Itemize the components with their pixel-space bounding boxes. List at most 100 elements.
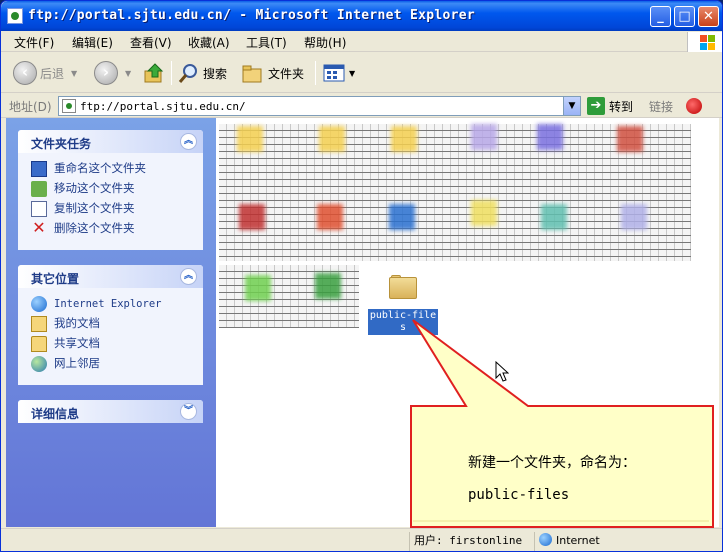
toolbar-extension-icon[interactable] — [686, 98, 702, 114]
maximize-button[interactable]: □ — [674, 6, 695, 27]
place-my-documents[interactable]: 我的文档 — [18, 314, 203, 334]
back-arrow-icon: ‹ — [13, 61, 37, 85]
folder-icon — [389, 275, 417, 299]
address-value[interactable]: ftp://portal.sjtu.edu.cn/ — [80, 100, 246, 113]
menu-favorites[interactable]: 收藏(A) — [188, 34, 230, 51]
obscured-icon — [389, 204, 415, 230]
place-label: 网上邻居 — [54, 356, 100, 370]
copy-icon — [31, 201, 47, 217]
forward-arrow-icon: › — [94, 61, 118, 85]
up-folder-button[interactable] — [143, 59, 165, 87]
task-label: 重命名这个文件夹 — [54, 161, 146, 175]
details-panel: 详细信息 ︾ — [18, 400, 203, 423]
callout-text: 新建一个文件夹，命名为： public-files — [468, 447, 708, 511]
expand-chevron-icon[interactable]: ︾ — [180, 403, 197, 420]
address-label: 地址(D) — [9, 100, 52, 114]
folder-tasks-title: 文件夹任务 — [31, 137, 92, 151]
forward-button[interactable]: › ▼ — [94, 59, 131, 87]
status-zone: Internet — [534, 532, 722, 551]
obscured-icon — [391, 126, 417, 152]
collapse-chevron-icon[interactable]: ︽ — [180, 268, 197, 285]
collapse-chevron-icon[interactable]: ︽ — [180, 133, 197, 150]
task-label: 复制这个文件夹 — [54, 201, 135, 215]
menu-view[interactable]: 查看(V) — [130, 34, 172, 51]
folders-button[interactable]: 文件夹 — [241, 59, 304, 87]
go-label: 转到 — [609, 99, 634, 114]
back-button[interactable]: ‹ 后退 ▼ — [13, 59, 77, 87]
back-label: 后退 — [40, 66, 65, 81]
task-copy-folder[interactable]: 复制这个文件夹 — [18, 199, 203, 219]
obscured-icon — [319, 126, 345, 152]
move-icon — [31, 181, 47, 197]
views-icon — [323, 64, 345, 82]
search-label: 搜索 — [203, 66, 228, 81]
toolbar-separator — [315, 61, 316, 85]
place-label: Internet Explorer — [54, 298, 162, 310]
task-rename-folder[interactable]: 重命名这个文件夹 — [18, 159, 203, 179]
address-input[interactable]: ftp://portal.sjtu.edu.cn/ ▼ — [58, 96, 581, 116]
obscured-icon — [471, 124, 497, 150]
menu-bar: 文件(F) 编辑(E) 查看(V) 收藏(A) 工具(T) 帮助(H) — [1, 31, 722, 52]
ie-page-icon — [7, 8, 23, 24]
search-icon — [178, 64, 197, 83]
folder-name[interactable]: public-files — [367, 308, 439, 336]
obscured-icon — [239, 204, 265, 230]
task-label: 移动这个文件夹 — [54, 181, 135, 195]
status-user: 用户: firstonline — [409, 532, 531, 551]
views-button[interactable]: ▼ — [322, 59, 355, 87]
menu-edit[interactable]: 编辑(E) — [72, 34, 113, 51]
task-move-folder[interactable]: 移动这个文件夹 — [18, 179, 203, 199]
obscured-icon — [537, 124, 563, 150]
go-arrow-icon: ➔ — [587, 97, 605, 115]
menu-help[interactable]: 帮助(H) — [304, 34, 346, 51]
address-dropdown-icon[interactable]: ▼ — [563, 97, 580, 115]
my-documents-icon — [31, 316, 47, 332]
obscured-icon — [237, 126, 263, 152]
back-dropdown-icon[interactable]: ▼ — [71, 69, 77, 78]
status-message — [1, 532, 406, 551]
other-places-panel: 其它位置 ︽ Internet Explorer 我的文档 共享文档 网上邻居 — [18, 265, 203, 385]
details-header[interactable]: 详细信息 ︾ — [18, 400, 203, 423]
place-shared-documents[interactable]: 共享文档 — [18, 334, 203, 354]
forward-dropdown-icon[interactable]: ▼ — [125, 69, 131, 78]
task-delete-folder[interactable]: ✕ 删除这个文件夹 — [18, 219, 203, 239]
ie-window: ftp://portal.sjtu.edu.cn/ - Microsoft In… — [0, 0, 723, 552]
windows-logo-icon — [687, 32, 722, 52]
status-bar: 用户: firstonline Internet — [1, 528, 722, 551]
search-button[interactable]: 搜索 — [178, 59, 227, 87]
place-label: 我的文档 — [54, 316, 100, 330]
menu-tools[interactable]: 工具(T) — [246, 34, 287, 51]
place-label: 共享文档 — [54, 336, 100, 350]
obscured-icon — [245, 275, 271, 301]
obscured-icon — [471, 200, 497, 226]
mouse-cursor-icon — [495, 361, 509, 382]
standard-toolbar: ‹ 后退 ▼ › ▼ 搜索 文件夹 ▼ — [1, 53, 722, 93]
rename-icon — [31, 161, 47, 177]
internet-explorer-icon — [31, 296, 47, 312]
folders-icon — [242, 65, 262, 83]
internet-zone-icon — [539, 533, 552, 546]
place-network-places[interactable]: 网上邻居 — [18, 354, 203, 374]
views-dropdown-icon[interactable]: ▼ — [349, 69, 355, 78]
window-title: ftp://portal.sjtu.edu.cn/ - Microsoft In… — [28, 8, 475, 23]
details-title: 详细信息 — [31, 407, 80, 421]
obscured-icon — [541, 204, 567, 230]
close-button[interactable]: ✕ — [698, 6, 719, 27]
task-pane: 文件夹任务 ︽ 重命名这个文件夹 移动这个文件夹 复制这个文件夹 ✕ 删除这个文… — [6, 118, 216, 527]
title-bar[interactable]: ftp://portal.sjtu.edu.cn/ - Microsoft In… — [1, 1, 722, 31]
callout-line-1: 新建一个文件夹，命名为： — [468, 455, 636, 471]
menu-file[interactable]: 文件(F) — [14, 34, 54, 51]
obscured-icon — [315, 273, 341, 299]
task-label: 删除这个文件夹 — [54, 221, 135, 235]
folder-tasks-header[interactable]: 文件夹任务 ︽ — [18, 130, 203, 153]
folder-tasks-panel: 文件夹任务 ︽ 重命名这个文件夹 移动这个文件夹 复制这个文件夹 ✕ 删除这个文… — [18, 130, 203, 250]
go-button[interactable]: ➔ 转到 — [587, 97, 633, 115]
place-internet-explorer[interactable]: Internet Explorer — [18, 294, 203, 314]
minimize-button[interactable]: _ — [650, 6, 671, 27]
links-button[interactable]: 链接 — [649, 98, 673, 115]
obscured-icon — [621, 204, 647, 230]
other-places-header[interactable]: 其它位置 ︽ — [18, 265, 203, 288]
obscured-icon — [317, 204, 343, 230]
callout-line-2: public-files — [468, 487, 570, 503]
address-bar: 地址(D) ftp://portal.sjtu.edu.cn/ ▼ ➔ 转到 链… — [1, 94, 722, 118]
